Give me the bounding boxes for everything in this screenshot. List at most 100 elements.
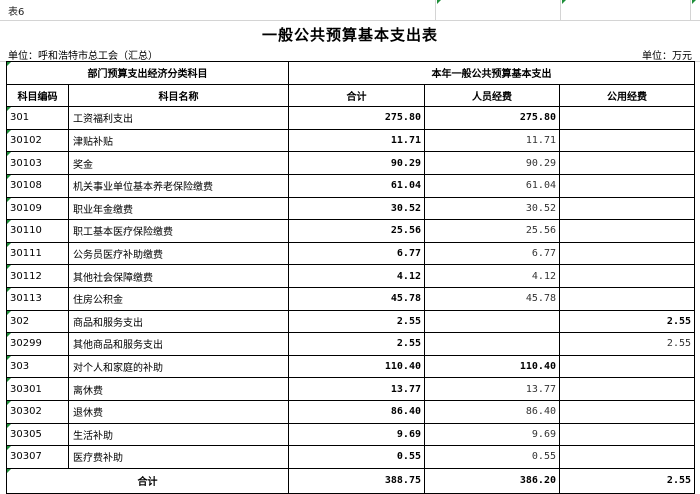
cell-comment-marker [562,0,566,4]
row-personnel-cell[interactable]: 4.12 [424,264,560,288]
totals-label-cell[interactable]: 合计 [6,467,289,494]
row-name-cell[interactable]: 津贴补贴 [68,128,289,153]
row-personnel-cell[interactable]: 86.40 [424,399,560,424]
row-total-cell[interactable]: 275.80 [288,106,425,130]
header-col-code[interactable]: 科目编码 [6,83,69,108]
row-total-cell[interactable]: 9.69 [288,422,425,447]
row-public-cell[interactable] [558,264,696,288]
row-personnel-cell[interactable]: 90.29 [424,151,560,175]
row-public-cell[interactable] [558,106,696,130]
row-personnel-cell[interactable]: 13.77 [424,377,560,401]
row-code-cell[interactable]: 30113 [6,286,69,311]
row-public-cell[interactable] [558,219,696,243]
totals-total-cell[interactable]: 388.75 [288,467,425,494]
row-name-cell[interactable]: 商品和服务支出 [68,309,289,334]
row-code-cell[interactable]: 30103 [6,151,69,175]
row-code-cell[interactable]: 30109 [6,196,69,221]
row-public-cell[interactable] [558,286,696,311]
row-code-cell[interactable]: 30108 [6,173,69,198]
row-name-cell[interactable]: 医疗费补助 [68,445,289,469]
row-total-cell[interactable]: 2.55 [288,332,425,356]
row-personnel-cell[interactable] [424,332,560,356]
row-code-cell[interactable]: 301 [6,106,69,130]
row-total-cell[interactable]: 30.52 [288,196,425,221]
row-total-cell[interactable]: 90.29 [288,151,425,175]
row-total-cell[interactable]: 11.71 [288,128,425,153]
row-code-cell[interactable]: 30307 [6,445,69,469]
row-personnel-cell[interactable] [424,309,560,334]
row-name-cell[interactable]: 工资福利支出 [68,106,289,130]
row-total-cell[interactable]: 2.55 [288,309,425,334]
row-public-cell[interactable] [558,399,696,424]
header-group-right[interactable]: 本年一般公共预算基本支出 [287,61,696,85]
row-personnel-cell[interactable]: 30.52 [424,196,560,221]
row-public-cell[interactable] [558,445,696,469]
row-name-cell[interactable]: 职业年金缴费 [68,196,289,221]
table-row: 30112 其他社会保障缴费 4.12 4.12 [6,264,696,288]
row-name-cell[interactable]: 其他商品和服务支出 [68,332,289,356]
row-public-cell[interactable]: 2.55 [558,309,696,334]
table-row: 302 商品和服务支出 2.55 2.55 [6,309,696,334]
row-name-cell[interactable]: 退休费 [68,399,289,424]
row-code-cell[interactable]: 30302 [6,399,69,424]
row-public-cell[interactable] [558,422,696,447]
row-personnel-cell[interactable]: 9.69 [424,422,560,447]
row-public-cell[interactable] [558,377,696,401]
row-total-cell[interactable]: 6.77 [288,241,425,266]
row-code-cell[interactable]: 30110 [6,219,69,243]
header-group-left[interactable]: 部门预算支出经济分类科目 [6,61,289,85]
row-total-cell[interactable]: 45.78 [288,286,425,311]
totals-personnel-cell[interactable]: 386.20 [424,467,560,494]
row-code-cell[interactable]: 30102 [6,128,69,153]
row-code-cell[interactable]: 302 [6,309,69,334]
row-code-cell[interactable]: 303 [6,354,69,379]
spreadsheet-sheet: 表6 一般公共预算基本支出表 单位：呼和浩特市总工会（汇总） 单位：万元 部门预… [0,0,700,494]
row-public-cell[interactable] [558,196,696,221]
row-name-cell[interactable]: 公务员医疗补助缴费 [68,241,289,266]
row-code-cell[interactable]: 30299 [6,332,69,356]
row-code-cell[interactable]: 30112 [6,264,69,288]
row-name-cell[interactable]: 离休费 [68,377,289,401]
row-public-cell[interactable] [558,128,696,153]
header-col-total[interactable]: 合计 [288,83,425,108]
row-public-cell[interactable] [558,173,696,198]
unit-right-label: 单位：万元 [642,51,692,62]
row-personnel-cell[interactable]: 275.80 [424,106,560,130]
row-code-cell[interactable]: 30301 [6,377,69,401]
row-name-cell[interactable]: 职工基本医疗保险缴费 [68,219,289,243]
row-public-cell[interactable] [558,151,696,175]
row-personnel-cell[interactable]: 0.55 [424,445,560,469]
row-name-cell[interactable]: 对个人和家庭的补助 [68,354,289,379]
row-public-cell[interactable] [558,241,696,266]
row-name-cell[interactable]: 住房公积金 [68,286,289,311]
row-code-cell[interactable]: 30111 [6,241,69,266]
row-total-cell[interactable]: 86.40 [288,399,425,424]
row-code-cell[interactable]: 30305 [6,422,69,447]
row-total-cell[interactable]: 25.56 [288,219,425,243]
row-name-cell[interactable]: 其他社会保障缴费 [68,264,289,288]
row-total-cell[interactable]: 4.12 [288,264,425,288]
row-name-cell[interactable]: 机关事业单位基本养老保险缴费 [68,173,289,198]
row-name-cell[interactable]: 奖金 [68,151,289,175]
header-group-row: 部门预算支出经济分类科目 本年一般公共预算基本支出 [6,61,696,85]
row-personnel-cell[interactable]: 61.04 [424,173,560,198]
row-personnel-cell[interactable]: 25.56 [424,219,560,243]
header-col-public[interactable]: 公用经费 [558,83,696,108]
row-total-cell[interactable]: 13.77 [288,377,425,401]
row-personnel-cell[interactable]: 45.78 [424,286,560,311]
row-personnel-cell[interactable]: 6.77 [424,241,560,266]
row-total-cell[interactable]: 110.40 [288,354,425,379]
table-row: 303 对个人和家庭的补助 110.40 110.40 [6,354,696,379]
row-personnel-cell[interactable]: 110.40 [424,354,560,379]
row-personnel-cell[interactable]: 11.71 [424,128,560,153]
header-col-personnel[interactable]: 人员经费 [424,83,560,108]
row-public-cell[interactable]: 2.55 [558,332,696,356]
header-col-name[interactable]: 科目名称 [68,83,289,108]
row-total-cell[interactable]: 0.55 [288,445,425,469]
row-name-cell[interactable]: 生活补助 [68,422,289,447]
totals-public-cell[interactable]: 2.55 [558,467,696,494]
table-row: 30109 职业年金缴费 30.52 30.52 [6,196,696,221]
row-public-cell[interactable] [558,354,696,379]
sheet-tag[interactable]: 表6 [8,3,24,18]
row-total-cell[interactable]: 61.04 [288,173,425,198]
